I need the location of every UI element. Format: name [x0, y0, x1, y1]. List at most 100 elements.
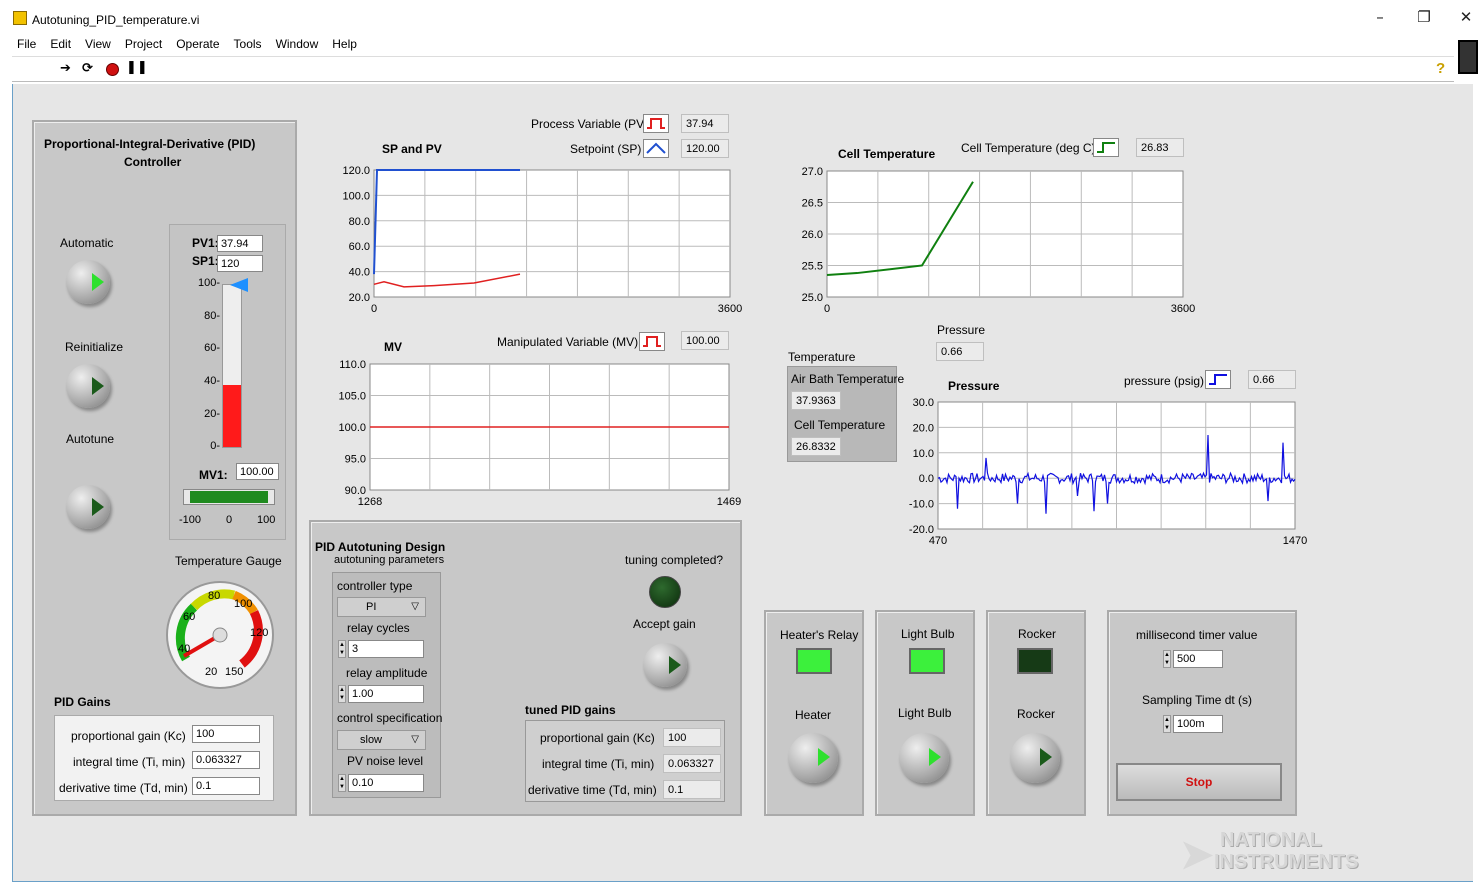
- kc-field[interactable]: 100: [192, 725, 260, 743]
- menu-view[interactable]: View: [80, 34, 111, 51]
- accept-gain-switch[interactable]: [643, 643, 687, 687]
- spec-value: slow: [360, 734, 383, 746]
- pv1-label: PV1:: [192, 236, 219, 250]
- mv-chart[interactable]: 110.0105.0100.095.090.01268 1469: [330, 354, 742, 516]
- cell-temperature-chart[interactable]: 27.0 26.5 26.0 25.5 25.00 3600: [780, 160, 1200, 325]
- sp-pv-chart[interactable]: 120.0 100.0 80.0 60.0 40.0 20.00 3600: [330, 160, 742, 325]
- minimize-icon[interactable]: –: [1370, 8, 1390, 26]
- menu-window[interactable]: Window: [271, 34, 319, 51]
- y-tick-label: 80.0: [349, 216, 370, 228]
- controller-type-dropdown[interactable]: PI ▽: [337, 597, 426, 617]
- autotune-label: Autotune: [66, 432, 115, 446]
- pressure-title: Pressure: [948, 379, 1000, 393]
- sp-legend-plot-icon[interactable]: [643, 139, 669, 158]
- td-label: derivative time (Td, min): [59, 781, 188, 795]
- air-bath-label: Air Bath Temperature: [791, 372, 905, 386]
- mv1-label: MV1:: [199, 468, 228, 482]
- ms-timer-spinner[interactable]: ▲ ▼: [1163, 650, 1171, 668]
- heater-switch[interactable]: [788, 733, 838, 783]
- tuned-ti-label: integral time (Ti, min): [542, 757, 655, 771]
- y-tick-label: 100.0: [342, 190, 370, 202]
- pid-gains-title: PID Gains: [54, 695, 111, 709]
- switch-arrow-icon: [669, 656, 681, 674]
- menu-tools[interactable]: Tools: [229, 34, 262, 51]
- switch-arrow-icon: [929, 748, 941, 766]
- cycles-field[interactable]: 3: [348, 640, 424, 658]
- pv1-field[interactable]: 37.94: [217, 235, 263, 252]
- mv-legend-plot-icon[interactable]: [639, 332, 665, 351]
- pause-icon[interactable]: ❚❚: [126, 60, 148, 75]
- mv1-field[interactable]: 100.00: [236, 463, 279, 480]
- tank-tick: 100-: [197, 277, 220, 289]
- restore-icon[interactable]: ❐: [1414, 8, 1434, 26]
- cycles-spinner[interactable]: ▲ ▼: [338, 640, 346, 658]
- air-bath-value: 37.9363: [791, 391, 841, 410]
- ms-timer-field[interactable]: 500: [1173, 650, 1223, 668]
- amp-spinner[interactable]: ▲ ▼: [338, 685, 346, 703]
- abort-icon[interactable]: [106, 63, 119, 76]
- menu-help[interactable]: Help: [327, 34, 357, 51]
- tuned-ti-value: 0.063327: [663, 754, 721, 773]
- mv-slider-fill: [190, 491, 268, 503]
- td-field[interactable]: 0.1: [192, 777, 260, 795]
- x-tick-label: 3600: [1171, 303, 1195, 315]
- close-icon[interactable]: ✕: [1456, 8, 1476, 26]
- switch-arrow-icon: [92, 273, 104, 291]
- brand-line-1: NATIONAL: [1220, 829, 1322, 851]
- vi-connector-icon: [1458, 40, 1478, 74]
- reinitialize-switch[interactable]: [66, 364, 110, 408]
- noise-label: PV noise level: [347, 754, 424, 768]
- cell-legend-plot-icon[interactable]: [1093, 138, 1119, 157]
- sp1-field[interactable]: 120: [217, 255, 263, 272]
- help-icon[interactable]: ?: [1436, 60, 1445, 77]
- switch-arrow-icon: [818, 748, 830, 766]
- x-tick-label: 1268: [358, 496, 382, 508]
- control-spec-dropdown[interactable]: slow ▽: [337, 730, 426, 750]
- ti-field[interactable]: 0.063327: [192, 751, 260, 769]
- menu-project[interactable]: Project: [120, 34, 162, 51]
- rocker-led-label: Rocker: [1018, 627, 1057, 641]
- run-continuously-icon[interactable]: ⟳: [82, 61, 93, 76]
- menu-operate[interactable]: Operate: [171, 34, 219, 51]
- amp-field[interactable]: 1.00: [348, 685, 424, 703]
- tuned-kc-label: proportional gain (Kc): [540, 731, 655, 745]
- automatic-switch[interactable]: [66, 260, 110, 304]
- mv-tick: 0: [226, 514, 233, 526]
- y-tick-label: 95.0: [345, 454, 366, 466]
- rocker-switch[interactable]: [1010, 733, 1060, 783]
- mv-title: MV: [384, 340, 402, 354]
- tuned-td-value: 0.1: [663, 780, 721, 799]
- autotune-switch[interactable]: [66, 485, 110, 529]
- sampling-time-spinner[interactable]: ▲ ▼: [1163, 715, 1171, 733]
- run-icon[interactable]: ➔: [60, 61, 71, 76]
- noise-spinner[interactable]: ▲ ▼: [338, 774, 346, 792]
- sampling-time-field[interactable]: 100m: [1173, 715, 1223, 733]
- pressure-chart[interactable]: 30.020.010.00.0-10.0-20.0470 1470: [895, 392, 1307, 554]
- x-tick-label: 3600: [718, 303, 742, 315]
- toolbar: ➔ ⟳ ❚❚ ?: [12, 56, 1454, 82]
- noise-field[interactable]: 0.10: [348, 774, 424, 792]
- kc-label: proportional gain (Kc): [71, 729, 186, 743]
- pv-legend-plot-icon[interactable]: [643, 114, 669, 133]
- autotune-subtitle: autotuning parameters: [334, 554, 445, 566]
- pid-title: Proportional-Integral-Derivative (PID): [44, 137, 256, 151]
- ctype-label: controller type: [337, 579, 413, 593]
- x-tick-label: 1470: [1283, 535, 1307, 547]
- menu-file[interactable]: File: [12, 34, 36, 51]
- y-tick-label: 60.0: [349, 241, 370, 253]
- y-tick-label: 0.0: [919, 473, 934, 485]
- light-bulb-switch[interactable]: [899, 733, 949, 783]
- mv-slider[interactable]: [183, 489, 275, 505]
- x-tick-label: 0: [824, 303, 830, 315]
- y-tick-label: 30.0: [913, 397, 934, 409]
- setpoint-slider-icon[interactable]: [230, 278, 248, 292]
- x-tick-label: 470: [929, 535, 947, 547]
- menu-edit[interactable]: Edit: [45, 34, 71, 51]
- accept-gain-label: Accept gain: [633, 617, 696, 631]
- mv-legend-label: Manipulated Variable (MV): [497, 335, 639, 349]
- stop-button[interactable]: Stop: [1116, 763, 1282, 801]
- pressure-legend-plot-icon[interactable]: [1205, 370, 1231, 389]
- switch-arrow-icon: [92, 377, 104, 395]
- light-bulb-led-label: Light Bulb: [901, 627, 955, 641]
- sp-legend-label: Setpoint (SP): [570, 142, 642, 156]
